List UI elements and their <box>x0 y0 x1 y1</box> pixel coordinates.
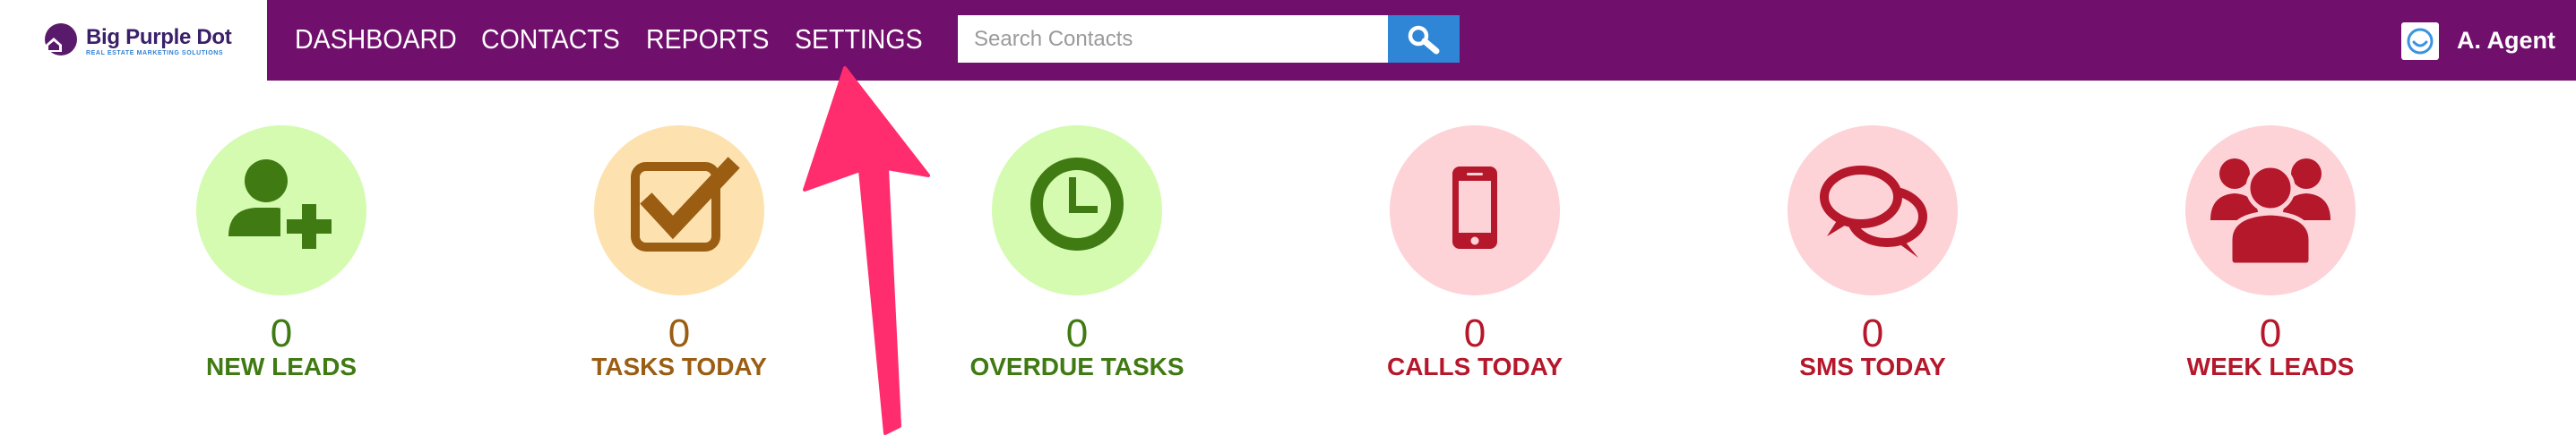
checkbox-icon <box>631 157 740 252</box>
user-plus-icon <box>228 159 334 252</box>
stat-count: 0 <box>270 312 293 355</box>
stat-circle <box>1788 125 1958 295</box>
chat-bubbles-icon <box>1820 166 1927 258</box>
stat-label: SMS TODAY <box>1799 353 1946 380</box>
stat-circle <box>594 125 764 295</box>
user-avatar[interactable] <box>2401 22 2439 60</box>
nav-item-dashboard[interactable]: DASHBOARD <box>295 21 457 57</box>
stat-label: TASKS TODAY <box>591 353 767 380</box>
user-group-icon <box>2210 158 2330 268</box>
stat-count: 0 <box>1861 312 1884 355</box>
search-input[interactable] <box>958 15 1388 63</box>
nav-item-reports[interactable]: REPORTS <box>646 21 769 57</box>
clock-icon <box>1030 158 1124 251</box>
stat-circle <box>992 125 1162 295</box>
nav-item-contacts[interactable]: CONTACTS <box>481 21 620 57</box>
magnifier-icon <box>1408 25 1440 55</box>
stat-circle <box>2185 125 2356 295</box>
stat-count: 0 <box>668 312 691 355</box>
top-nav-bar: Big Purple Dot REAL ESTATE MARKETING SOL… <box>0 0 2576 81</box>
annotation-arrow <box>803 66 930 435</box>
smiley-avatar-icon <box>2407 28 2434 55</box>
stat-label: CALLS TODAY <box>1386 353 1564 380</box>
stat-circle <box>1390 125 1560 295</box>
brand-name: Big Purple Dot <box>86 25 232 49</box>
stat-label: WEEK LEADS <box>2186 353 2355 380</box>
user-name[interactable]: A. Agent <box>2457 25 2555 56</box>
stat-count: 0 <box>2259 312 2282 355</box>
brand-logo[interactable]: Big Purple Dot REAL ESTATE MARKETING SOL… <box>0 0 267 81</box>
search-button[interactable] <box>1388 15 1460 63</box>
stat-label: NEW LEADS <box>206 353 357 380</box>
stat-count: 0 <box>1065 312 1089 355</box>
purple-house-dot-icon <box>45 23 77 56</box>
brand-tagline: REAL ESTATE MARKETING SOLUTIONS <box>86 50 224 56</box>
stat-count: 0 <box>1463 312 1486 355</box>
stat-label: OVERDUE TASKS <box>969 353 1185 380</box>
stat-circle <box>196 125 366 295</box>
nav-item-settings[interactable]: SETTINGS <box>795 21 923 57</box>
mobile-phone-icon <box>1452 166 1497 249</box>
